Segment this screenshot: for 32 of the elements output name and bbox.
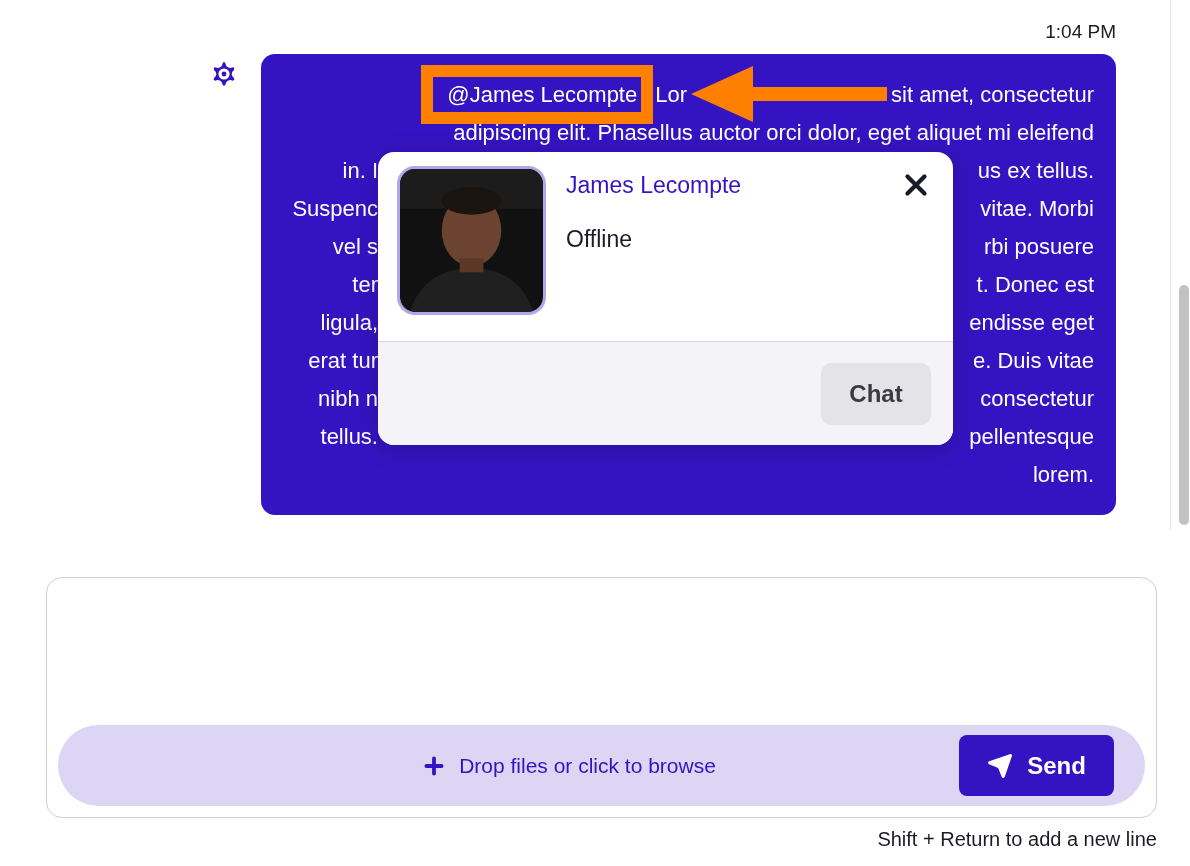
upload-dropzone[interactable]: Drop files or click to browse Send xyxy=(58,725,1145,806)
scrollbar-thumb[interactable] xyxy=(1179,285,1189,525)
message-text: nibh n xyxy=(317,384,378,413)
message-text: rbi posuere xyxy=(982,232,1094,261)
upload-hint: Drop files or click to browse xyxy=(459,752,716,779)
message-text: pellentesque xyxy=(968,422,1094,451)
mention-link[interactable]: @James Lecompte xyxy=(447,81,638,107)
paper-plane-icon xyxy=(987,752,1014,779)
message-text: erat tur xyxy=(307,346,378,375)
message-text: ter xyxy=(351,270,378,299)
message-text: Suspenc xyxy=(291,194,378,223)
message-text: in. I xyxy=(341,156,378,185)
message-text: vel s xyxy=(331,232,378,261)
message-text: consectetur xyxy=(979,384,1094,413)
message-text: endisse eget xyxy=(968,308,1094,337)
message-text: sit amet, consectetur xyxy=(891,80,1094,109)
message-text: e. Duis vitae xyxy=(971,346,1094,375)
message-time: 1:04 PM xyxy=(1045,20,1116,44)
message-text: Lor xyxy=(655,80,687,109)
message-text: tellus. xyxy=(319,422,378,451)
send-button[interactable]: Send xyxy=(959,735,1114,796)
message-text: t. Donec est xyxy=(975,270,1094,299)
message-text: adipiscing elit. Phasellus auctor orci dolor, eget aliquet mi eleifend xyxy=(453,118,1094,147)
chat-button[interactable]: Chat xyxy=(821,362,931,425)
message-composer[interactable]: Drop files or click to browse Send xyxy=(46,577,1157,818)
contact-name[interactable]: James Lecompte xyxy=(566,170,879,200)
status-text: Offline xyxy=(566,225,634,254)
hint-text: Shift + Return to add a new line xyxy=(877,827,1157,852)
message-text: ligula, xyxy=(319,308,378,337)
message-text: us ex tellus. xyxy=(976,156,1094,185)
message-text: lorem. xyxy=(1032,460,1094,489)
message-text: vitae. Morbi xyxy=(979,194,1094,223)
